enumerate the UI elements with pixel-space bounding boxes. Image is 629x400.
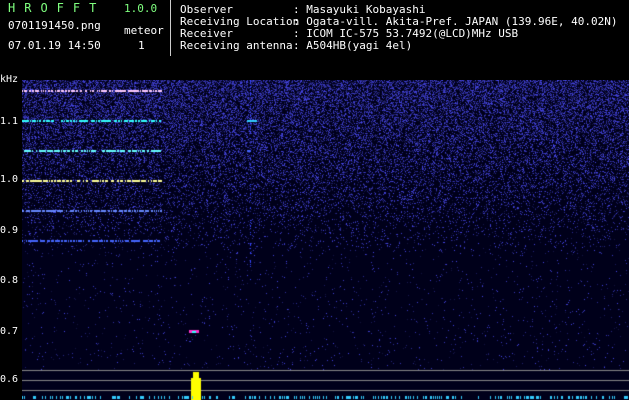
y-tick-label: 0.7 [0, 326, 19, 337]
y-axis-unit: kHz [0, 74, 19, 85]
header-divider [170, 0, 171, 56]
meteor-label: meteor [124, 24, 164, 37]
app-version: 1.0.0 [124, 2, 158, 15]
app-name: HROFFT [8, 1, 106, 15]
info-key: Receiving antenna [180, 39, 293, 52]
info-value: : A504HB(yagi 4el) [293, 39, 413, 52]
y-tick-label: 1.0 [0, 174, 19, 185]
y-tick-label: 0.9 [0, 225, 19, 236]
y-tick-label: 0.6 [0, 374, 19, 385]
info-row-antenna: Receiving antenna : A504HB(yagi 4el) [180, 40, 618, 52]
spectrogram [22, 80, 629, 400]
station-info: Observer : Masayuki Kobayashi Receiving … [180, 4, 618, 52]
file-name: 0701191450.png [8, 19, 101, 32]
meteor-count: 1 [138, 39, 145, 52]
datetime: 07.01.19 14:50 [8, 39, 101, 52]
y-tick-label: 1.1 [0, 116, 19, 127]
y-tick-label: 0.8 [0, 275, 19, 286]
